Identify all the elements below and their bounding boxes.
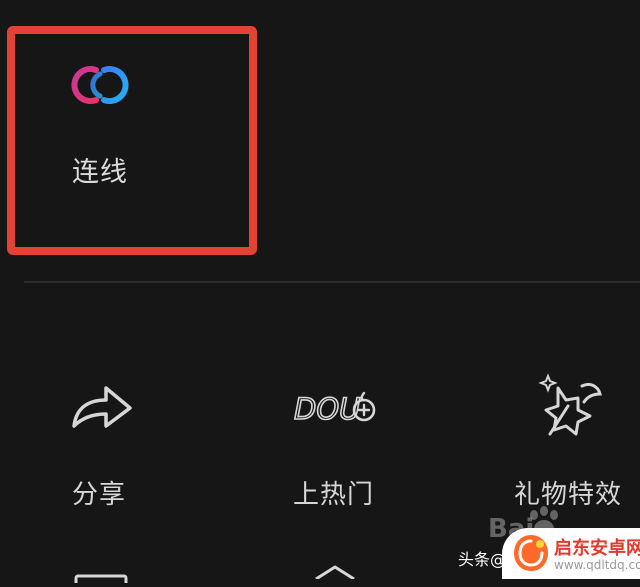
toutiao-handle: 头条@ (458, 550, 507, 569)
site-logo-badge: 启东安卓网 www.qdltdq.com (502, 528, 640, 579)
partial-tag-icon[interactable] (312, 564, 358, 583)
gift-effect-icon[interactable] (538, 372, 610, 442)
share-label[interactable]: 分享 (72, 474, 126, 511)
section-divider (24, 281, 640, 283)
hot-label[interactable]: 上热门 (293, 474, 374, 511)
link-rings-icon[interactable] (66, 60, 138, 114)
share-arrow-icon[interactable] (68, 382, 136, 436)
android-logo-icon (510, 532, 552, 578)
dou-icon-text: DOU (294, 392, 360, 426)
site-url: www.qdltdq.com (554, 558, 640, 572)
link-label[interactable]: 连线 (72, 150, 128, 189)
dou-plus-icon[interactable]: DOU (293, 388, 384, 432)
site-title: 启东安卓网 (554, 538, 640, 559)
partial-list-icon[interactable] (74, 568, 130, 587)
